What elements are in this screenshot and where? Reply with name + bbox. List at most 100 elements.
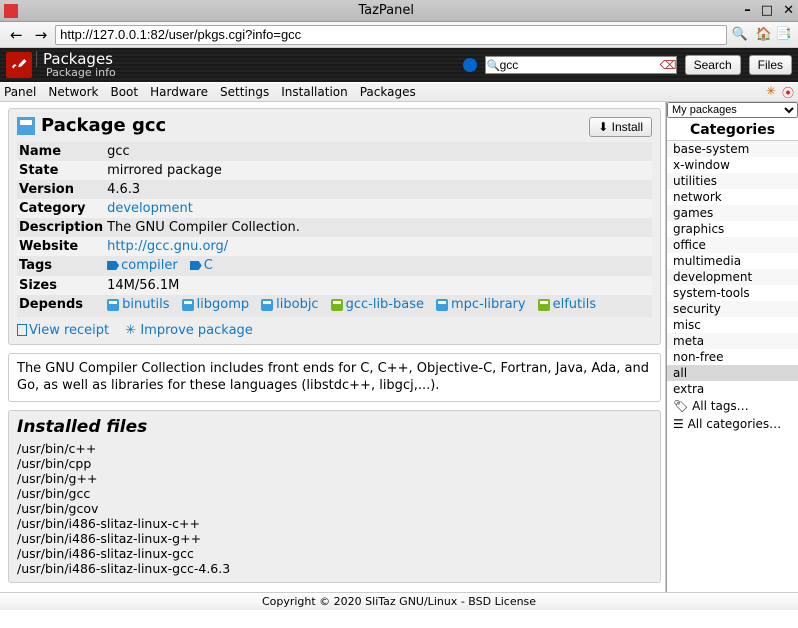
- category-utilities[interactable]: utilities: [667, 173, 798, 189]
- pkg-state: mirrored package: [105, 161, 652, 180]
- wrench-icon: [6, 52, 32, 78]
- all-categories-link[interactable]: ☰ All categories…: [667, 415, 798, 433]
- search-icon: 🔍: [487, 59, 501, 72]
- menu-panel[interactable]: Panel: [4, 85, 36, 99]
- app-header: Packages Package info 🔍 ⌫ Search Files: [0, 48, 798, 82]
- tag-compiler[interactable]: compiler: [107, 258, 178, 273]
- category-all[interactable]: all: [667, 365, 798, 381]
- maximize-button[interactable]: □: [761, 3, 773, 18]
- pkg-name: gcc: [105, 142, 652, 161]
- view-receipt-link[interactable]: View receipt: [17, 323, 109, 338]
- bookmark-icon[interactable]: 📑: [776, 27, 792, 42]
- back-button[interactable]: ←: [6, 26, 27, 44]
- package-icon: [261, 299, 273, 311]
- window-title: TazPanel: [28, 3, 744, 18]
- category-misc[interactable]: misc: [667, 317, 798, 333]
- lifebuoy-icon[interactable]: ⦿: [782, 84, 794, 101]
- file-path: /usr/bin/g++: [17, 471, 652, 486]
- browser-navbar: ← → 🔍 🏠 📑: [0, 22, 798, 48]
- pkg-version: 4.6.3: [105, 180, 652, 199]
- category-system-tools[interactable]: system-tools: [667, 285, 798, 301]
- dep-binutils[interactable]: binutils: [107, 297, 169, 312]
- app-subtitle: Package info: [40, 67, 116, 79]
- dep-mpc-library[interactable]: mpc-library: [436, 297, 526, 312]
- spider-icon[interactable]: ✳: [766, 84, 776, 101]
- package-search-input[interactable]: [485, 56, 677, 74]
- package-filter-select[interactable]: My packages: [667, 102, 798, 118]
- window-titlebar: TazPanel – □ ✕: [0, 0, 798, 22]
- category-security[interactable]: security: [667, 301, 798, 317]
- menu-packages[interactable]: Packages: [360, 85, 416, 99]
- document-icon: [17, 324, 27, 336]
- package-icon: [17, 117, 35, 135]
- dep-libobjc[interactable]: libobjc: [261, 297, 318, 312]
- package-card: ⬇ Install Package gcc Namegcc Statemirro…: [8, 108, 661, 345]
- menu-settings[interactable]: Settings: [220, 85, 269, 99]
- file-path: /usr/bin/i486-slitaz-linux-c++: [17, 516, 652, 531]
- file-path: /usr/bin/c++: [17, 441, 652, 456]
- dep-libgomp[interactable]: libgomp: [182, 297, 250, 312]
- category-extra[interactable]: extra: [667, 381, 798, 397]
- package-icon: [182, 299, 194, 311]
- pkg-website-link[interactable]: http://gcc.gnu.org/: [107, 239, 228, 254]
- installed-files-heading: Installed files: [17, 417, 652, 437]
- package-description: The GNU Compiler Collection includes fro…: [8, 353, 661, 402]
- file-path: /usr/bin/cpp: [17, 456, 652, 471]
- category-graphics[interactable]: graphics: [667, 221, 798, 237]
- minimize-button[interactable]: –: [744, 3, 751, 18]
- all-tags-link[interactable]: 🏷 All tags…: [667, 397, 798, 415]
- pkg-short-desc: The GNU Compiler Collection.: [105, 218, 652, 237]
- category-multimedia[interactable]: multimedia: [667, 253, 798, 269]
- main-menu: Panel Network Boot Hardware Settings Ins…: [0, 82, 798, 102]
- category-games[interactable]: games: [667, 205, 798, 221]
- menu-boot[interactable]: Boot: [110, 85, 138, 99]
- category-meta[interactable]: meta: [667, 333, 798, 349]
- category-x-window[interactable]: x-window: [667, 157, 798, 173]
- footer: Copyright © 2020 SliTaz GNU/Linux - BSD …: [0, 592, 798, 610]
- dep-elfutils[interactable]: elfutils: [538, 297, 597, 312]
- category-base-system[interactable]: base-system: [667, 141, 798, 157]
- pkg-category-link[interactable]: development: [107, 201, 193, 216]
- category-development[interactable]: development: [667, 269, 798, 285]
- menu-network[interactable]: Network: [48, 85, 98, 99]
- search-button[interactable]: Search: [685, 55, 741, 75]
- pkg-sizes: 14M/56.1M: [105, 276, 652, 295]
- package-icon: [331, 299, 343, 311]
- package-info-table: Namegcc Statemirrored package Version4.6…: [17, 142, 652, 317]
- file-path: /usr/bin/gcov: [17, 501, 652, 516]
- file-path: /usr/bin/i486-slitaz-linux-g++: [17, 531, 652, 546]
- main-content: ⬇ Install Package gcc Namegcc Statemirro…: [0, 102, 666, 592]
- app-title: Packages: [36, 51, 116, 68]
- category-network[interactable]: network: [667, 189, 798, 205]
- app-logo-icon: [4, 4, 18, 18]
- go-icon[interactable]: 🔍: [731, 27, 747, 42]
- tag-icon: [107, 261, 119, 270]
- globe-icon[interactable]: [463, 58, 477, 72]
- package-heading: Package gcc: [17, 115, 652, 136]
- improve-package-link[interactable]: ✳ Improve package: [125, 323, 253, 338]
- url-input[interactable]: [55, 25, 727, 45]
- installed-files-card: Installed files /usr/bin/c++/usr/bin/cpp…: [8, 410, 661, 583]
- package-icon: [436, 299, 448, 311]
- dep-gcc-lib-base[interactable]: gcc-lib-base: [331, 297, 424, 312]
- forward-button[interactable]: →: [31, 26, 52, 44]
- package-icon: [107, 299, 119, 311]
- file-path: /usr/bin/i486-slitaz-linux-gcc: [17, 546, 652, 561]
- sidebar: My packages Categories base-systemx-wind…: [666, 102, 798, 592]
- file-path: /usr/bin/i486-slitaz-linux-gcc-4.6.3: [17, 561, 652, 576]
- categories-heading: Categories: [667, 120, 798, 141]
- home-icon[interactable]: 🏠: [756, 27, 772, 42]
- close-button[interactable]: ✕: [783, 3, 794, 18]
- category-office[interactable]: office: [667, 237, 798, 253]
- menu-installation[interactable]: Installation: [281, 85, 347, 99]
- tag-icon: [190, 261, 202, 270]
- package-icon: [538, 299, 550, 311]
- category-non-free[interactable]: non-free: [667, 349, 798, 365]
- spider-icon: ✳: [125, 323, 140, 338]
- files-button[interactable]: Files: [749, 55, 792, 75]
- install-button[interactable]: ⬇ Install: [589, 117, 652, 137]
- clear-search-icon[interactable]: ⌫: [660, 58, 674, 72]
- menu-hardware[interactable]: Hardware: [150, 85, 208, 99]
- tag-C[interactable]: C: [190, 258, 213, 273]
- file-path: /usr/bin/gcc: [17, 486, 652, 501]
